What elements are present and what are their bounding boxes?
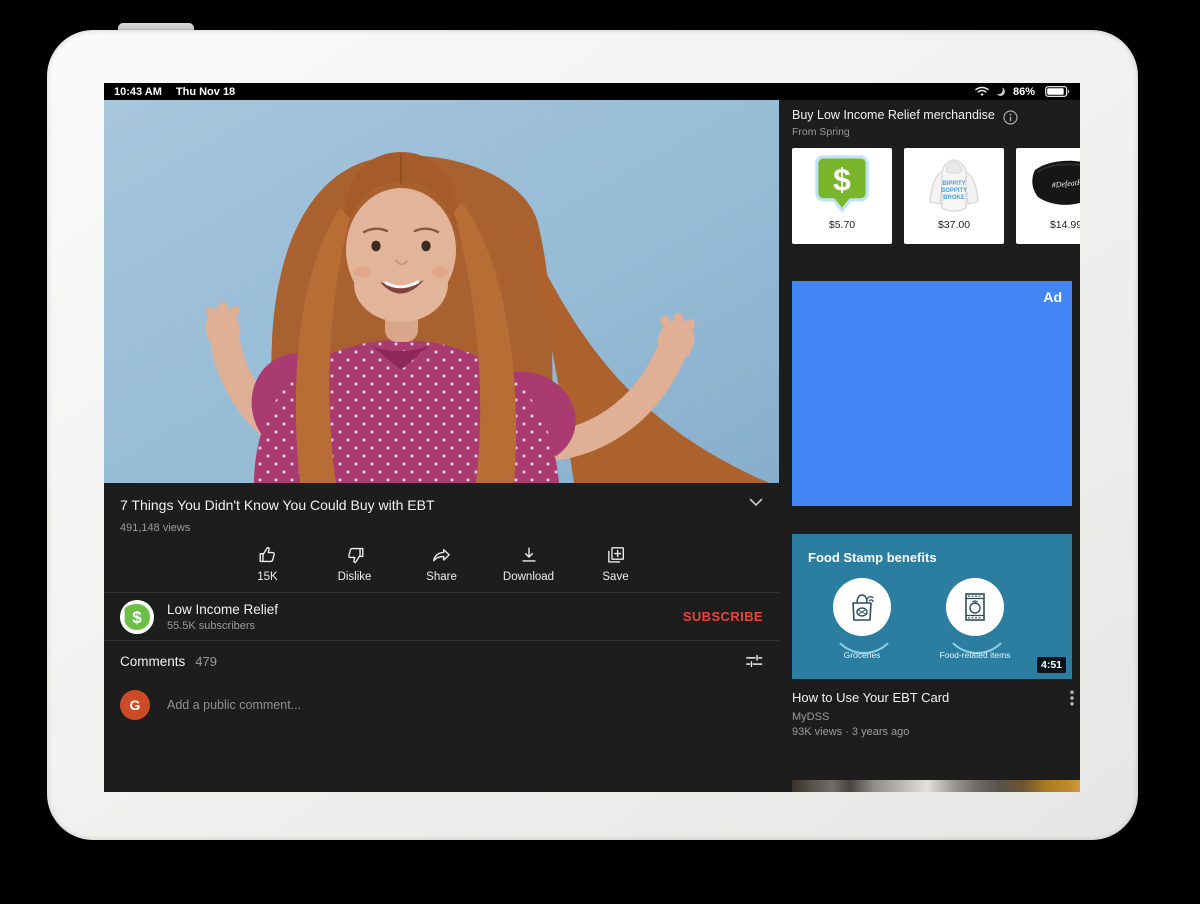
comments-sort-icon[interactable] [745,653,763,669]
action-bar: 15K Dislike Share [104,535,779,592]
channel-avatar-symbol: $ [132,608,142,627]
channel-row[interactable]: $ Low Income Relief 55.5K subscribers SU… [104,593,779,640]
share-button[interactable]: Share [398,544,485,583]
comment-input[interactable]: Add a public comment... [167,698,301,712]
date: Thu Nov 18 [176,86,235,98]
battery-percentage: 86% [1013,86,1035,98]
hoodie-text-line: BOPPITY [941,188,967,194]
fanny-pack-image: #DefeatPo [1029,148,1080,218]
app-screen: 10:43 AM Thu Nov 18 86% [104,83,1080,792]
merch-product-list: $ $5.70 BIPPITY BOPPITY [792,148,1080,244]
share-label: Share [426,571,457,583]
share-icon [431,544,453,566]
view-count: 491,148 views [120,522,763,534]
suggested-video-title[interactable]: How to Use Your EBT Card [792,690,1070,706]
video-title-section: 7 Things You Didn't Know You Could Buy w… [104,483,779,534]
product-price: $5.70 [829,219,855,231]
suggested-video-thumbnail[interactable]: Food Stamp benefits [792,534,1072,679]
clock: 10:43 AM [114,86,162,98]
comments-count: 479 [195,654,745,669]
hoodie-image: BIPPITY BOPPITY BROKE [924,148,984,218]
food-items-label: Food-related items [930,650,1020,660]
do-not-disturb-moon-icon [995,86,1006,97]
download-button[interactable]: Download [485,544,572,583]
sticker-symbol: $ [833,161,851,197]
ad-banner[interactable]: Ad [792,281,1072,506]
merch-title: Buy Low Income Relief merchandise [792,108,1003,122]
page: 10:43 AM Thu Nov 18 86% [0,0,1200,904]
channel-avatar[interactable]: $ [120,600,154,634]
save-label: Save [602,571,628,583]
battery-icon [1045,86,1070,97]
suggested-video-meta: 93K views · 3 years ago [792,726,1080,738]
suggested-channel-name: MyDSS [792,711,1080,723]
dislike-button[interactable]: Dislike [311,544,398,583]
food-items-circle [946,578,1004,636]
video-title: 7 Things You Didn't Know You Could Buy w… [120,497,720,514]
merch-header: Buy Low Income Relief merchandise From S… [792,108,1080,138]
subscriber-count: 55.5K subscribers [167,620,683,632]
video-frame-illustration [104,100,779,483]
product-price: $37.00 [938,219,970,231]
thumbnail-overlay-title: Food Stamp benefits [808,550,937,565]
status-bar: 10:43 AM Thu Nov 18 86% [104,83,1080,100]
like-count-label: 15K [257,571,277,583]
hoodie-text-line: BROKE [943,195,965,201]
subscribe-button[interactable]: SUBSCRIBE [683,609,763,624]
merch-subtitle: From Spring [792,126,1003,138]
kebab-menu-icon[interactable] [1070,690,1074,706]
groceries-circle [833,578,891,636]
hoodie-text-line: BIPPITY [942,181,965,187]
product-price: $14.99 [1050,219,1080,231]
expand-description-button[interactable] [749,498,763,507]
save-to-playlist-icon [605,544,627,566]
sidebar: Buy Low Income Relief merchandise From S… [779,100,1080,792]
merch-product-sticker[interactable]: $ $5.70 [792,148,892,244]
like-button[interactable]: 15K [224,544,311,583]
comment-input-row[interactable]: G Add a public comment... [104,681,779,728]
duration-badge: 4:51 [1037,657,1066,673]
merch-product-fanny-pack[interactable]: #DefeatPo $14.99 [1016,148,1080,244]
merch-product-hoodie[interactable]: BIPPITY BOPPITY BROKE $37.00 [904,148,1004,244]
video-player[interactable] [104,100,779,483]
thumb-down-icon [344,544,366,566]
thumb-up-icon [257,544,279,566]
download-icon [518,544,540,566]
food-package-icon [962,591,988,623]
suggested-video-header[interactable]: How to Use Your EBT Card [792,690,1080,706]
comments-header-row[interactable]: Comments 479 [104,641,779,681]
wifi-icon [975,86,989,97]
dollar-sticker-image: $ [814,148,870,218]
user-avatar[interactable]: G [120,690,150,720]
comments-label: Comments [120,654,185,669]
channel-name[interactable]: Low Income Relief [167,602,683,617]
grocery-bag-icon [847,591,877,623]
groceries-label: Groceries [817,650,907,660]
ad-label: Ad [1043,289,1062,305]
download-label: Download [503,571,554,583]
merch-info-icon[interactable] [1003,110,1018,125]
dislike-label: Dislike [338,571,372,583]
save-button[interactable]: Save [572,544,659,583]
next-video-thumbnail-partial[interactable] [792,780,1080,792]
